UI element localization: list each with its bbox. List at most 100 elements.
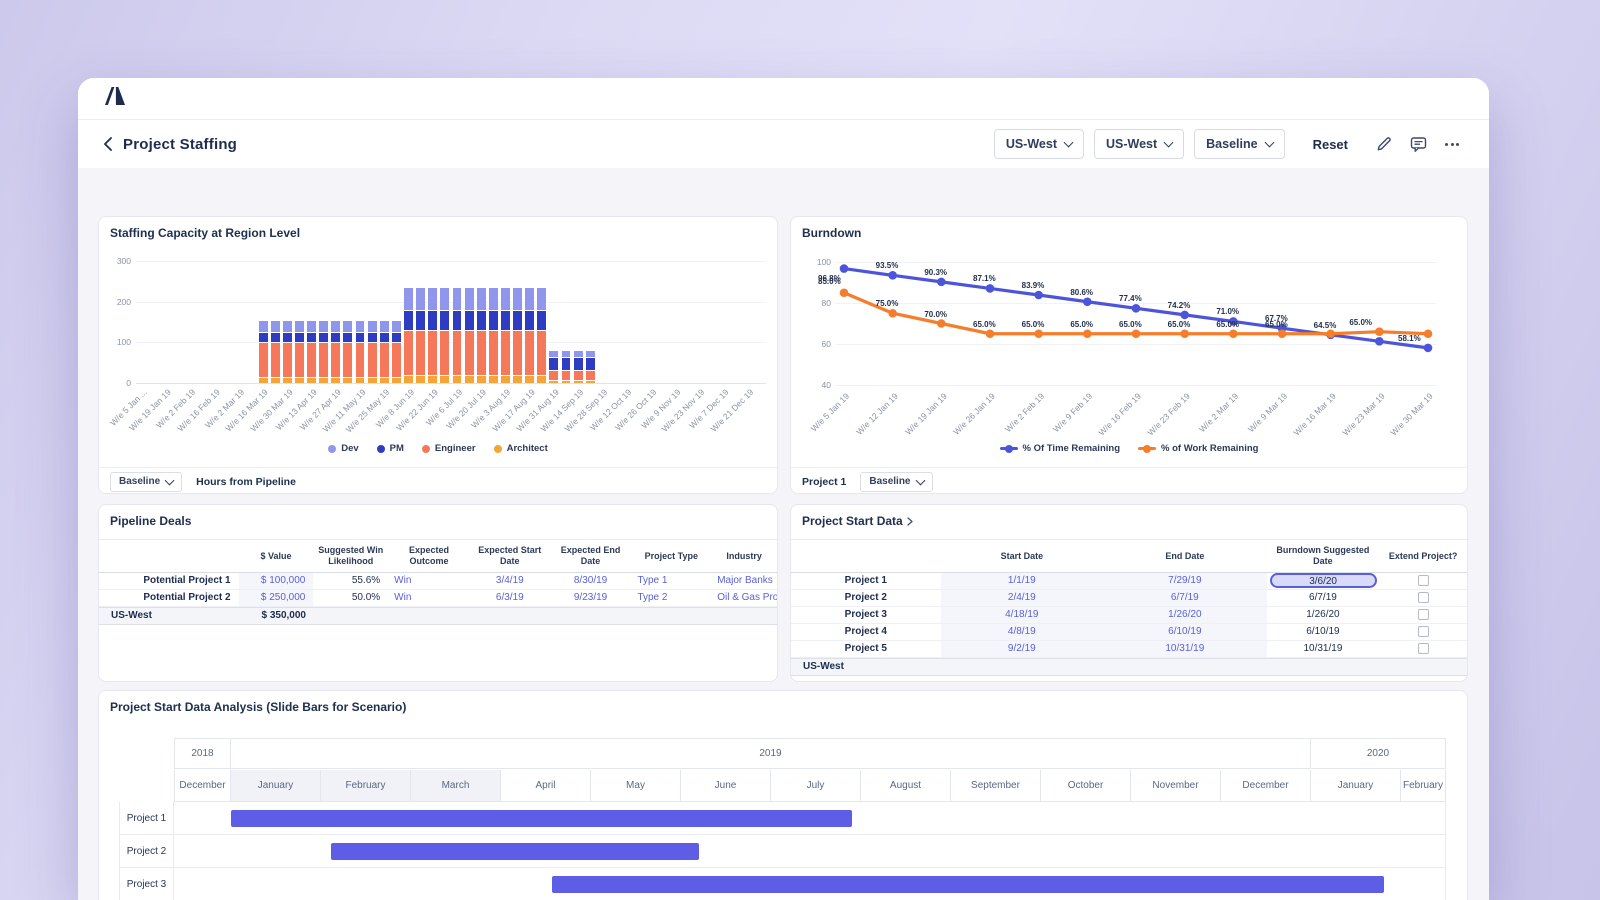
selected-cell[interactable]: 3/6/20 (1270, 573, 1377, 588)
staffing-bar-segment (404, 288, 413, 309)
month-cell: December (1221, 770, 1311, 802)
more-icon[interactable] (1440, 132, 1464, 156)
staffing-bar-segment (368, 321, 377, 332)
cell: 55.6% (313, 573, 388, 589)
burndown-footer: Project 1 Baseline (791, 467, 1467, 495)
staffing-bar-segment (271, 343, 280, 377)
checkbox[interactable] (1418, 643, 1429, 654)
chevron-right-icon (907, 517, 913, 526)
suggested-date-cell[interactable]: 3/6/20 (1267, 573, 1380, 589)
y-tick-label: 100 (105, 337, 131, 347)
checkbox[interactable] (1418, 592, 1429, 603)
table-row: Potential Project 2$ 250,00050.0%Win6/3/… (99, 590, 777, 607)
burndown-scenario-dropdown[interactable]: Baseline (860, 472, 932, 492)
start-date-cell[interactable]: 4/18/19 (941, 607, 1104, 623)
start-date-cell[interactable]: 4/8/19 (941, 624, 1104, 640)
legend-dot (1143, 445, 1151, 453)
data-point (1424, 329, 1433, 338)
gantt-row-label: Project 1 (119, 802, 174, 835)
cell[interactable]: Win (388, 573, 470, 589)
gantt-panel: Project Start Data Analysis (Slide Bars … (98, 690, 1468, 900)
comment-icon[interactable] (1406, 132, 1430, 156)
suggested-date-cell[interactable]: 10/31/19 (1267, 641, 1380, 657)
cell[interactable]: 9/23/19 (550, 590, 632, 606)
staffing-bar-segment (562, 381, 571, 383)
end-date-cell[interactable]: 6/7/19 (1103, 590, 1267, 606)
staffing-bar-segment (368, 343, 377, 377)
row-label: Project 5 (791, 641, 941, 657)
end-date-cell[interactable]: 10/31/19 (1103, 641, 1267, 657)
data-point-label: 65.0% (1119, 320, 1142, 329)
cell[interactable]: Type 2 (631, 590, 711, 606)
data-point-label: 64.5% (1314, 321, 1337, 330)
data-point-label: 90.3% (924, 268, 947, 277)
staffing-bar-segment (489, 376, 498, 383)
table-row: Project 34/18/191/26/201/26/20 (791, 607, 1467, 624)
checkbox[interactable] (1418, 626, 1429, 637)
staffing-bar-segment (501, 288, 510, 309)
month-cell: May (591, 770, 681, 802)
gantt-track (174, 802, 1446, 835)
column-header: Project Type (631, 551, 711, 562)
staffing-bar-segment (574, 351, 583, 356)
filter-dropdown-region-1[interactable]: US-West (994, 129, 1084, 159)
cell[interactable]: 3/4/19 (470, 573, 550, 589)
staffing-bar-segment (537, 331, 546, 375)
reset-button[interactable]: Reset (1313, 137, 1348, 152)
gantt-bar[interactable] (552, 876, 1384, 893)
back-button[interactable] (103, 137, 113, 151)
extend-project-cell (1379, 607, 1467, 623)
chevron-down-icon (1264, 138, 1274, 148)
end-date-cell[interactable]: 6/10/19 (1103, 624, 1267, 640)
staffing-bar-segment (465, 376, 474, 383)
data-point-label: 65.0% (1349, 318, 1372, 327)
end-date-cell[interactable]: 7/29/19 (1103, 573, 1267, 589)
checkbox[interactable] (1418, 609, 1429, 620)
project-start-title[interactable]: Project Start Data (802, 514, 913, 528)
table-header-row: Start DateEnd DateBurndown Suggested Dat… (791, 539, 1467, 573)
staffing-bar-segment (513, 311, 522, 330)
staffing-bar-segment (283, 333, 292, 342)
staffing-bar-segment (331, 343, 340, 377)
cell[interactable]: $ 100,000 (239, 573, 314, 589)
cell[interactable]: Type 1 (631, 573, 711, 589)
suggested-date-cell[interactable]: 1/26/20 (1267, 607, 1380, 623)
staffing-bar-segment (295, 343, 304, 377)
suggested-date-cell[interactable]: 6/7/19 (1267, 590, 1380, 606)
checkbox[interactable] (1418, 575, 1429, 586)
gantt-bar[interactable] (331, 843, 699, 860)
cell[interactable]: Major Banks (711, 573, 777, 589)
data-point-label: 80.6% (1070, 288, 1093, 297)
staffing-bar-segment (380, 343, 389, 377)
suggested-date-cell[interactable]: 6/10/19 (1267, 624, 1380, 640)
gantt-bar[interactable] (231, 810, 852, 827)
staffing-bar-segment (428, 376, 437, 383)
data-point-label: 65.0% (1168, 320, 1191, 329)
cell[interactable]: 6/3/19 (470, 590, 550, 606)
staffing-scenario-dropdown[interactable]: Baseline (110, 472, 182, 492)
staffing-bar-segment (271, 378, 280, 383)
staffing-bar-segment (295, 378, 304, 383)
end-date-cell[interactable]: 1/26/20 (1103, 607, 1267, 623)
staffing-bar-segment (574, 381, 583, 383)
cell[interactable]: 8/30/19 (550, 573, 632, 589)
filter-dropdown-region-2[interactable]: US-West (1094, 129, 1184, 159)
start-date-cell[interactable]: 1/1/19 (941, 573, 1104, 589)
staffing-bar-segment (319, 321, 328, 332)
staffing-bar-segment (404, 331, 413, 375)
extend-project-cell (1379, 641, 1467, 657)
cell[interactable]: Oil & Gas Produc... (711, 590, 777, 606)
staffing-bar-segment (525, 288, 534, 309)
cell[interactable]: Win (388, 590, 470, 606)
extend-project-cell (1379, 624, 1467, 640)
edit-icon[interactable] (1372, 132, 1396, 156)
cell[interactable]: $ 250,000 (239, 590, 314, 606)
filter-dropdown-label: US-West (1106, 137, 1157, 151)
staffing-bar-segment (392, 321, 401, 332)
legend-marker (1000, 447, 1018, 450)
data-point-label: 58.1% (1398, 334, 1421, 343)
column-header: Burndown Suggested Date (1267, 545, 1380, 567)
start-date-cell[interactable]: 9/2/19 (941, 641, 1104, 657)
filter-dropdown-scenario[interactable]: Baseline (1194, 129, 1284, 159)
start-date-cell[interactable]: 2/4/19 (941, 590, 1104, 606)
